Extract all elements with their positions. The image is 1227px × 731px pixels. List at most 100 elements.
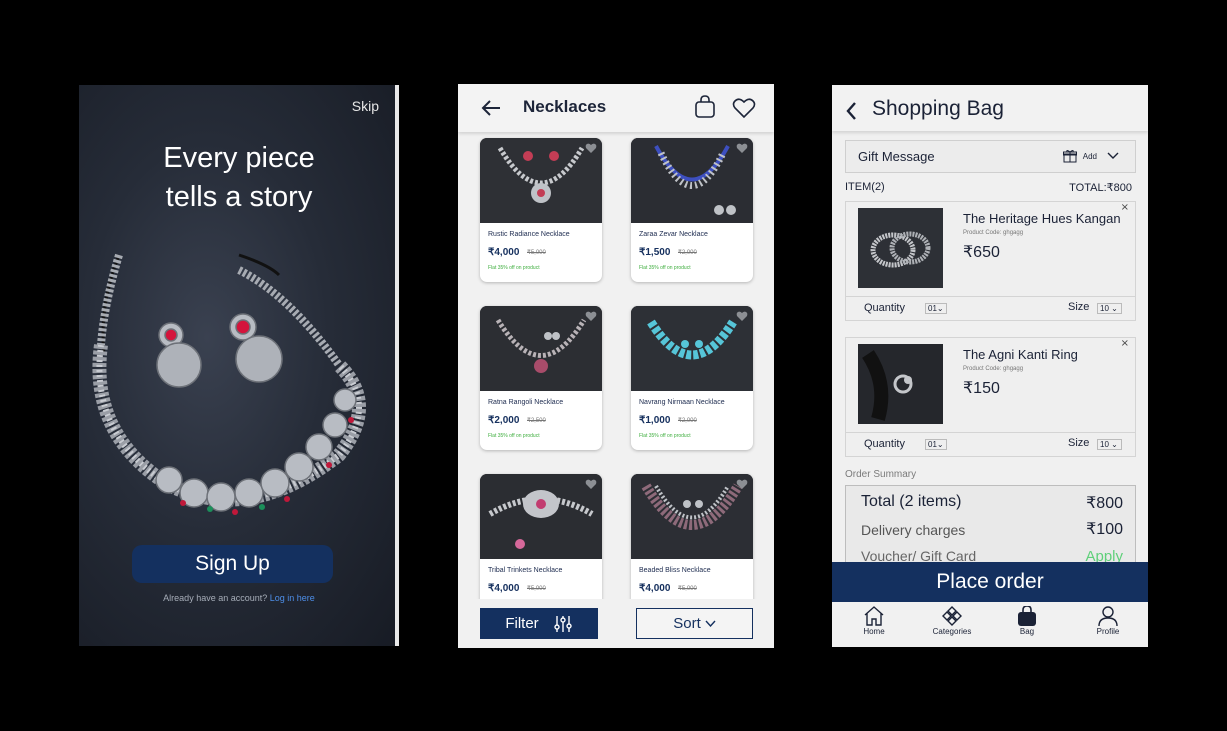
product-mrp: ₹2,000 (678, 250, 697, 256)
chevron-down-icon: ⌄ (1108, 440, 1118, 449)
page-title: Shopping Bag (872, 97, 1004, 120)
item-divider (846, 296, 1135, 297)
remove-item-icon[interactable]: × (1121, 338, 1129, 349)
product-price: ₹1,500 (639, 247, 671, 258)
gift-icon (1063, 150, 1077, 163)
stage: Skip Every piece tells a story Sign Up A… (0, 0, 1227, 731)
chevron-down-icon: ⌄ (936, 440, 944, 449)
sort-button[interactable]: Sort (636, 608, 753, 639)
sign-up-button[interactable]: Sign Up (132, 545, 333, 583)
login-link[interactable]: Log in here (270, 593, 315, 603)
page-title: Necklaces (523, 97, 607, 116)
bag-total: TOTAL:₹800 (1069, 182, 1132, 194)
product-image (480, 474, 602, 559)
product-price: ₹4,000 (488, 583, 520, 594)
product-card[interactable]: Beaded Bliss Necklace ₹4,000 ₹5,000 (631, 474, 753, 618)
quantity-select[interactable]: 01⌄ (925, 439, 947, 450)
profile-icon (1098, 606, 1118, 626)
bag-item: × The Heritage Hues Kangan Product Code:… (845, 201, 1136, 321)
product-name: Ratna Rangoli Necklace (488, 399, 564, 406)
product-mrp: ₹5,000 (678, 586, 697, 592)
product-price: ₹2,000 (488, 415, 520, 426)
wishlist-heart-icon[interactable] (736, 479, 748, 490)
quantity-label: Quantity (864, 302, 905, 314)
product-name: Beaded Bliss Necklace (639, 567, 711, 574)
product-offer: Flat 35% off on product (488, 433, 540, 439)
skip-button[interactable]: Skip (352, 98, 379, 114)
nav-label: Bag (1019, 627, 1035, 636)
product-name: Navrang Nirmaan Necklace (639, 399, 725, 406)
remove-item-icon[interactable]: × (1121, 202, 1129, 213)
bag-header: Shopping Bag (832, 85, 1148, 131)
gift-message-label: Gift Message (858, 149, 935, 164)
item-price: ₹150 (963, 380, 1000, 397)
wishlist-heart-icon[interactable] (585, 479, 597, 490)
size-select[interactable]: 10 ⌄ (1097, 303, 1122, 314)
nav-item-home[interactable]: Home (839, 606, 909, 636)
product-price: ₹1,000 (639, 415, 671, 426)
product-offer: Flat 35% off on product (488, 265, 540, 271)
summary-total-label: Total (2 items) (861, 493, 962, 510)
item-count: ITEM(2) (845, 181, 885, 193)
chevron-down-icon[interactable] (1107, 152, 1119, 160)
sort-label: Sort (673, 615, 701, 632)
product-card[interactable]: Ratna Rangoli Necklace ₹2,000 ₹2,500 Fla… (480, 306, 602, 450)
product-card[interactable]: Rustic Radiance Necklace ₹4,000 ₹5,000 F… (480, 138, 602, 282)
size-label: Size (1068, 301, 1090, 313)
place-order-button[interactable]: Place order (832, 562, 1148, 602)
item-name: The Heritage Hues Kangan (963, 211, 1121, 226)
back-chevron-icon[interactable] (844, 100, 858, 122)
headline-line-2: tells a story (165, 181, 313, 213)
size-value: 10 (1100, 440, 1109, 449)
product-mrp: ₹2,500 (527, 418, 546, 424)
quantity-select[interactable]: 01⌄ (925, 303, 947, 314)
product-name: Tribal Trinkets Necklace (488, 567, 563, 574)
product-image (631, 474, 753, 559)
screen-edge (395, 85, 399, 646)
item-price: ₹650 (963, 244, 1000, 261)
wishlist-heart-icon[interactable] (732, 97, 756, 119)
product-thumbnail (858, 208, 943, 288)
wishlist-heart-icon[interactable] (736, 311, 748, 322)
bag-item: × The Agni Kanti Ring Product Code: ghga… (845, 337, 1136, 457)
shopping-bag-screen: Shopping Bag Gift Message Add ITEM(2) TO… (832, 85, 1148, 647)
wishlist-heart-icon[interactable] (585, 311, 597, 322)
gift-message-row[interactable]: Gift Message Add (845, 140, 1136, 173)
nav-label: Categories (932, 627, 972, 636)
filter-button[interactable]: Filter (480, 608, 598, 639)
chevron-down-icon (705, 620, 716, 627)
product-offer: Flat 35% off on product (639, 265, 691, 271)
product-thumbnail (858, 344, 943, 424)
nav-item-bag[interactable]: Bag (992, 606, 1062, 636)
nav-item-profile[interactable]: Profile (1073, 606, 1143, 636)
quantity-label: Quantity (864, 438, 905, 450)
size-label: Size (1068, 437, 1090, 449)
product-mrp: ₹2,000 (678, 418, 697, 424)
summary-total-value: ₹800 (1086, 495, 1123, 512)
product-price: ₹4,000 (639, 583, 671, 594)
quantity-value: 01 (928, 304, 937, 313)
size-select[interactable]: 10 ⌄ (1097, 439, 1122, 450)
product-card[interactable]: Zaraa Zevar Necklace ₹1,500 ₹2,000 Flat … (631, 138, 753, 282)
product-image (631, 306, 753, 391)
chevron-down-icon: ⌄ (1108, 304, 1118, 313)
home-icon (864, 606, 884, 626)
product-price: ₹4,000 (488, 247, 520, 258)
shopping-bag-icon[interactable] (694, 95, 716, 119)
headline-line-1: Every piece (163, 142, 315, 174)
quantity-value: 01 (928, 440, 937, 449)
item-code: Product Code: ghgagg (963, 230, 1024, 236)
product-card[interactable]: Tribal Trinkets Necklace ₹4,000 ₹5,000 (480, 474, 602, 618)
wishlist-heart-icon[interactable] (736, 143, 748, 154)
wishlist-heart-icon[interactable] (585, 143, 597, 154)
chevron-down-icon: ⌄ (936, 304, 944, 313)
product-card[interactable]: Navrang Nirmaan Necklace ₹1,000 ₹2,000 F… (631, 306, 753, 450)
order-summary-label: Order Summary (845, 469, 917, 480)
gift-add-label[interactable]: Add (1083, 152, 1097, 161)
listing-action-bar: Filter Sort (458, 599, 774, 648)
bottom-nav: Home Categories Bag Profile (832, 602, 1148, 647)
back-arrow-icon[interactable] (480, 97, 502, 119)
nav-item-categories[interactable]: Categories (917, 606, 987, 636)
item-code: Product Code: ghgagg (963, 366, 1024, 372)
product-name: Zaraa Zevar Necklace (639, 231, 708, 238)
